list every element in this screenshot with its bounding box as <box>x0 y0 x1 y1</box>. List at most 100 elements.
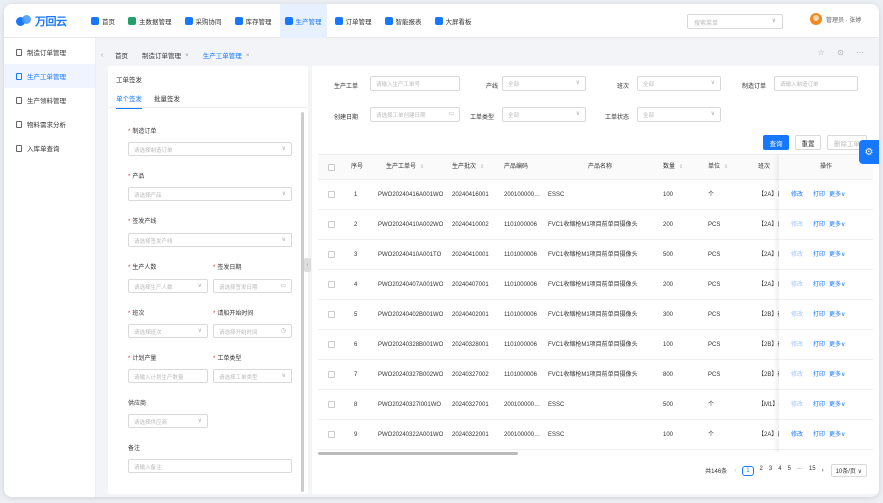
col-batch[interactable]: 生产批次 ⇕ <box>452 155 484 180</box>
edit-link[interactable]: 修改 <box>791 342 803 348</box>
qty-select[interactable]: 请选择生产人数 ∨ <box>128 279 208 293</box>
form-scrollbar[interactable] <box>301 112 304 492</box>
shift-select[interactable]: 请选择班次 ∨ <box>128 324 208 338</box>
page-4[interactable]: 4 <box>778 466 781 476</box>
filter-wo-input[interactable]: 请输入生产工单号 <box>370 76 460 91</box>
user-menu[interactable]: 管理员 · 张婷 <box>810 13 861 25</box>
print-link[interactable]: 打印 <box>813 402 825 408</box>
print-link[interactable]: 打印 <box>813 312 825 318</box>
logo[interactable]: 万回云 <box>16 13 86 29</box>
edit-link[interactable]: 修改 <box>791 282 803 288</box>
settings-gear-icon[interactable]: ⚙ <box>859 140 879 164</box>
supplier-select[interactable]: 请选择供应商 ∨ <box>128 414 208 428</box>
select-all-checkbox[interactable] <box>328 164 335 171</box>
print-link[interactable]: 打印 <box>813 432 825 438</box>
next-page-icon[interactable]: › <box>822 468 824 474</box>
row-checkbox[interactable] <box>328 401 335 408</box>
tabs-scroll-left-icon[interactable]: ‹ <box>96 52 108 59</box>
edit-link[interactable]: 修改 <box>791 402 803 408</box>
cell-code: 200100000… <box>504 432 541 438</box>
close-icon[interactable]: × <box>246 52 250 59</box>
col-unit[interactable]: 单位 ⇕ <box>708 155 728 180</box>
more-link[interactable]: 更多∨ <box>829 192 845 198</box>
page-7[interactable]: 15 <box>809 466 816 476</box>
sidebar-item-2[interactable]: 生产领料管理 <box>4 88 95 112</box>
nav-item-3[interactable]: 库存管理 <box>230 4 277 38</box>
edit-link[interactable]: 修改 <box>791 222 803 228</box>
row-checkbox[interactable] <box>328 221 335 228</box>
page-1[interactable]: 1 <box>742 465 754 476</box>
menu-search-input[interactable]: 搜索菜单 ∨ <box>687 14 783 29</box>
page-tab-2[interactable]: 生产工单管理 × <box>196 46 257 64</box>
print-link[interactable]: 打印 <box>813 342 825 348</box>
search-button[interactable]: 查询 <box>763 135 789 150</box>
start-time-picker[interactable]: 请选择开始时间 ◷ <box>213 324 292 338</box>
print-link[interactable]: 打印 <box>813 192 825 198</box>
print-link[interactable]: 打印 <box>813 252 825 258</box>
row-checkbox[interactable] <box>328 341 335 348</box>
table-horizontal-scrollbar[interactable] <box>318 452 518 455</box>
more-link[interactable]: 更多∨ <box>829 222 845 228</box>
nav-item-5[interactable]: 订单管理 <box>330 4 377 38</box>
page-6[interactable]: ··· <box>797 466 803 476</box>
type-select[interactable]: 请选择工单类型 ∨ <box>213 369 292 383</box>
nav-item-6[interactable]: 智能报表 <box>380 4 427 38</box>
page-tab-0[interactable]: 首页 <box>108 46 135 64</box>
filter-type-select[interactable]: 全部 ∨ <box>502 107 586 122</box>
more-link[interactable]: 更多∨ <box>829 312 845 318</box>
date-picker[interactable]: 请选择签发日期 ▭ <box>213 279 292 293</box>
more-link[interactable]: 更多∨ <box>829 342 845 348</box>
more-link[interactable]: 更多∨ <box>829 252 845 258</box>
col-qty[interactable]: 数量 ⇕ <box>663 155 683 180</box>
product-select[interactable]: 请选择产品 ∨ <box>128 187 292 201</box>
page-3[interactable]: 3 <box>769 466 772 476</box>
more-link[interactable]: 更多∨ <box>829 402 845 408</box>
remark-input[interactable]: 请输入备注 <box>128 459 292 473</box>
print-link[interactable]: 打印 <box>813 222 825 228</box>
row-checkbox[interactable] <box>328 191 335 198</box>
edit-link[interactable]: 修改 <box>791 252 803 258</box>
nav-item-1[interactable]: 主数据管理 <box>123 4 177 38</box>
filter-shift-select[interactable]: 全部 ∨ <box>637 76 721 91</box>
filter-line-select[interactable]: 全部 ∨ <box>502 76 586 91</box>
page-size-select[interactable]: 10条/页 ∨ <box>830 464 867 477</box>
page-2[interactable]: 2 <box>760 466 763 476</box>
nav-item-2[interactable]: 采购协同 <box>180 4 227 38</box>
sidebar-item-0[interactable]: 制造订单管理 <box>4 40 95 64</box>
filter-mo-input[interactable]: 请输入制造订单 <box>774 76 858 91</box>
page-tab-1[interactable]: 制造订单管理 × <box>135 46 196 64</box>
edit-link[interactable]: 修改 <box>791 312 803 318</box>
nav-item-0[interactable]: 首页 <box>86 4 120 38</box>
close-icon[interactable]: × <box>185 52 189 59</box>
row-checkbox[interactable] <box>328 251 335 258</box>
more-link[interactable]: 更多∨ <box>829 282 845 288</box>
row-checkbox[interactable] <box>328 281 335 288</box>
line-select[interactable]: 请选择签发产线 ∨ <box>128 233 292 247</box>
filter-created-picker[interactable]: 请选择工单创建日期 ▭ <box>370 107 460 122</box>
collapse-handle-icon[interactable]: ‹ <box>304 258 311 272</box>
more-link[interactable]: 更多∨ <box>829 432 845 438</box>
nav-item-7[interactable]: 大屏看板 <box>430 4 477 38</box>
sidebar-item-4[interactable]: 入库单查询 <box>4 136 95 160</box>
filter-status-select[interactable]: 全部 ∨ <box>637 107 721 122</box>
sidebar-item-1[interactable]: 生产工单管理 <box>4 64 95 88</box>
prev-page-icon[interactable]: ‹ <box>734 468 736 474</box>
tab-tools[interactable]: ☆ ⊙ ⋯ <box>818 48 869 57</box>
row-checkbox[interactable] <box>328 431 335 438</box>
row-checkbox[interactable] <box>328 311 335 318</box>
order-select[interactable]: 请选择制造订单 ∨ <box>128 142 292 156</box>
print-link[interactable]: 打印 <box>813 372 825 378</box>
more-link[interactable]: 更多∨ <box>829 372 845 378</box>
reset-button[interactable]: 重置 <box>795 135 821 150</box>
edit-link[interactable]: 修改 <box>791 432 803 438</box>
nav-item-4[interactable]: 生产管理 <box>279 4 327 38</box>
row-checkbox[interactable] <box>328 371 335 378</box>
plan-qty-input[interactable]: 请输入计划生产数量 <box>128 369 208 383</box>
col-wo[interactable]: 生产工单号 ⇕ <box>386 155 424 180</box>
user-name: 管理员 · 张婷 <box>826 17 862 24</box>
sidebar-item-3[interactable]: 物料需求分析 <box>4 112 95 136</box>
page-5[interactable]: 5 <box>788 466 791 476</box>
edit-link[interactable]: 修改 <box>791 192 803 198</box>
edit-link[interactable]: 修改 <box>791 372 803 378</box>
print-link[interactable]: 打印 <box>813 282 825 288</box>
